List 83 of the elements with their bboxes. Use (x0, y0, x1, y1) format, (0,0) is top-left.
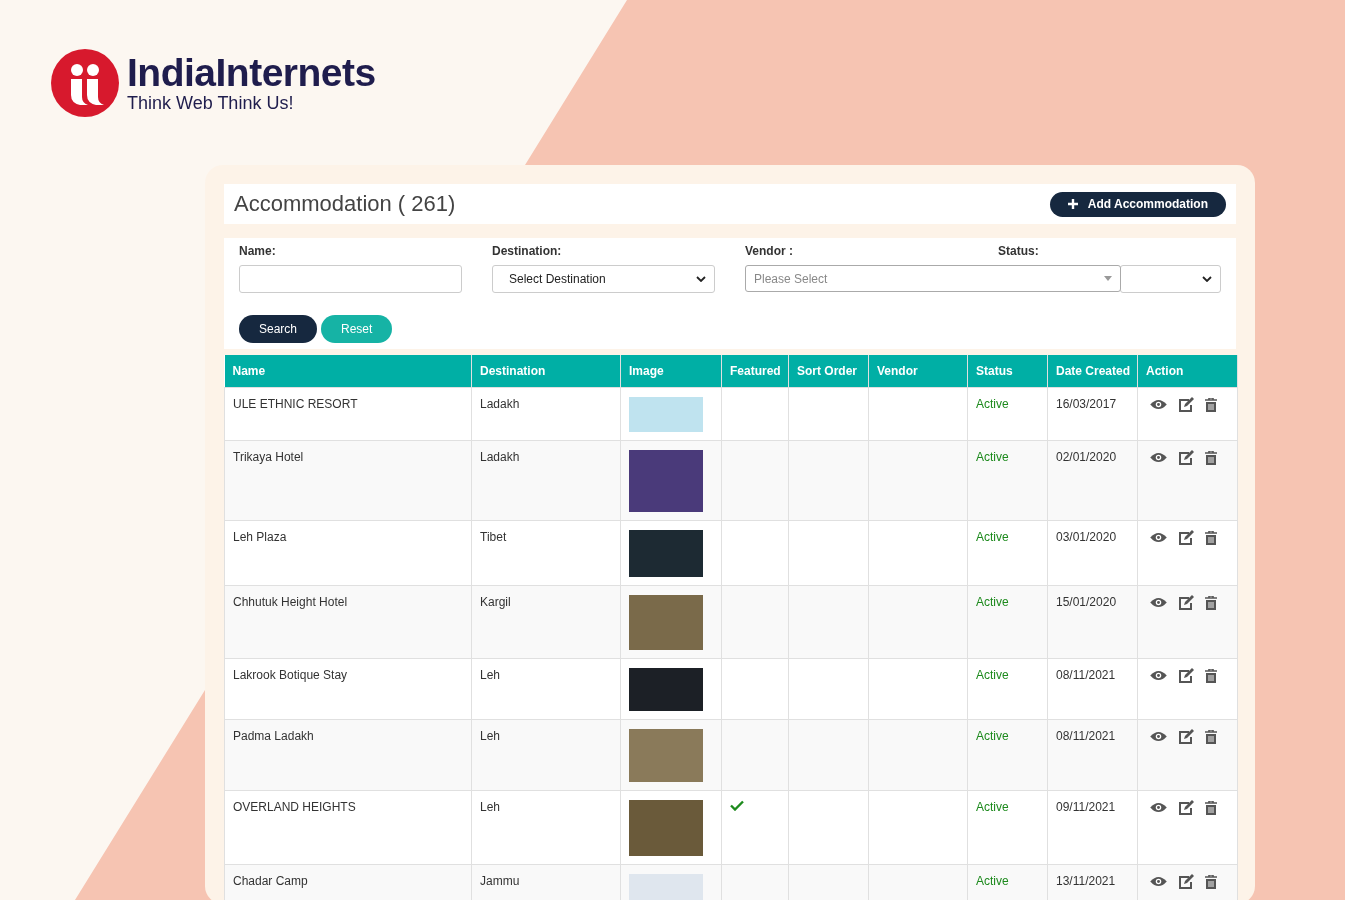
status-text: Active (976, 530, 1009, 544)
table-cell: Trikaya Hotel (233, 450, 304, 464)
status-text: Active (976, 397, 1009, 411)
view-eye-icon[interactable] (1150, 802, 1167, 813)
table-cell: Leh (480, 800, 501, 814)
table-cell: 08/11/2021 (1056, 668, 1116, 682)
edit-icon[interactable] (1178, 729, 1194, 744)
table-cell: Chadar Camp (233, 874, 308, 888)
edit-icon[interactable] (1178, 800, 1194, 815)
column-header: Name (224, 355, 472, 388)
table-cell: Tibet (480, 530, 507, 544)
status-text: Active (976, 874, 1009, 888)
brand-name: IndiaInternets (127, 53, 376, 93)
select-field[interactable] (1120, 265, 1221, 293)
trash-icon[interactable] (1205, 530, 1217, 545)
trash-icon[interactable] (1205, 595, 1217, 610)
table-cell: Ladakh (480, 450, 520, 464)
table-cell: ULE ETHNIC RESORT (233, 397, 358, 411)
status-text: Active (976, 800, 1009, 814)
column-header: Vendor (868, 355, 968, 388)
view-eye-icon[interactable] (1150, 876, 1167, 887)
view-eye-icon[interactable] (1150, 532, 1167, 543)
column-header: Date Created (1047, 355, 1138, 388)
column-header: Image (620, 355, 722, 388)
table-cell: 09/11/2021 (1056, 800, 1116, 814)
edit-icon[interactable] (1178, 595, 1194, 610)
filter-label: Destination: (492, 244, 563, 258)
logo-icon (51, 49, 119, 117)
edit-icon[interactable] (1178, 874, 1194, 889)
table-cell: Ladakh (480, 397, 520, 411)
column-header: Action (1137, 355, 1238, 388)
add-accommodation-button[interactable]: Add Accommodation (1049, 191, 1226, 217)
table-cell: 16/03/2017 (1056, 397, 1117, 411)
column-header: Status (967, 355, 1048, 388)
trash-icon[interactable] (1205, 729, 1217, 744)
page-title: Accommodation ( 261) (234, 191, 456, 217)
chevron-down-icon (696, 276, 706, 282)
column-header: Sort Order (788, 355, 869, 388)
filter-label: Status: (998, 244, 1040, 258)
table-cell: 15/01/2020 (1056, 595, 1117, 609)
table-cell: Leh (480, 729, 501, 743)
brand-tagline: Think Web Think Us! (127, 93, 295, 113)
view-eye-icon[interactable] (1150, 452, 1167, 463)
status-text: Active (976, 595, 1009, 609)
table-cell: 08/11/2021 (1056, 729, 1116, 743)
column-header: Featured (721, 355, 789, 388)
name-input-field[interactable] (239, 265, 462, 293)
column-header: Destination (471, 355, 621, 388)
caret-down-icon (1104, 276, 1112, 281)
edit-icon[interactable] (1178, 668, 1194, 683)
filter-label: Name: (239, 244, 277, 258)
status-text: Active (976, 729, 1009, 743)
table-cell: Chhutuk Height Hotel (233, 595, 348, 609)
select-field[interactable]: Select Destination (492, 265, 715, 293)
table-cell: 02/01/2020 (1056, 450, 1117, 464)
table-cell: Leh (480, 668, 501, 682)
vendor-select-field[interactable]: Please Select (745, 265, 1121, 292)
edit-icon[interactable] (1178, 450, 1194, 465)
table-cell: Jammu (480, 874, 520, 888)
table-cell: OVERLAND HEIGHTS (233, 800, 356, 814)
trash-icon[interactable] (1205, 397, 1217, 412)
view-eye-icon[interactable] (1150, 399, 1167, 410)
trash-icon[interactable] (1205, 668, 1217, 683)
trash-icon[interactable] (1205, 450, 1217, 465)
trash-icon[interactable] (1205, 800, 1217, 815)
trash-icon[interactable] (1205, 874, 1217, 889)
chevron-down-icon (1202, 276, 1212, 282)
status-text: Active (976, 668, 1009, 682)
table-cell: Leh Plaza (233, 530, 287, 544)
status-text: Active (976, 450, 1009, 464)
table-cell: 13/11/2021 (1056, 874, 1116, 888)
view-eye-icon[interactable] (1150, 731, 1167, 742)
table-cell: Padma Ladakh (233, 729, 314, 743)
edit-icon[interactable] (1178, 397, 1194, 412)
table-cell: Kargil (480, 595, 511, 609)
edit-icon[interactable] (1178, 530, 1194, 545)
search-button[interactable]: Search (239, 315, 318, 343)
view-eye-icon[interactable] (1150, 597, 1167, 608)
table-cell: 03/01/2020 (1056, 530, 1117, 544)
filter-label: Vendor : (745, 244, 794, 258)
plus-icon (1067, 199, 1078, 209)
table-cell: Lakrook Botique Stay (233, 668, 348, 682)
view-eye-icon[interactable] (1150, 670, 1167, 681)
